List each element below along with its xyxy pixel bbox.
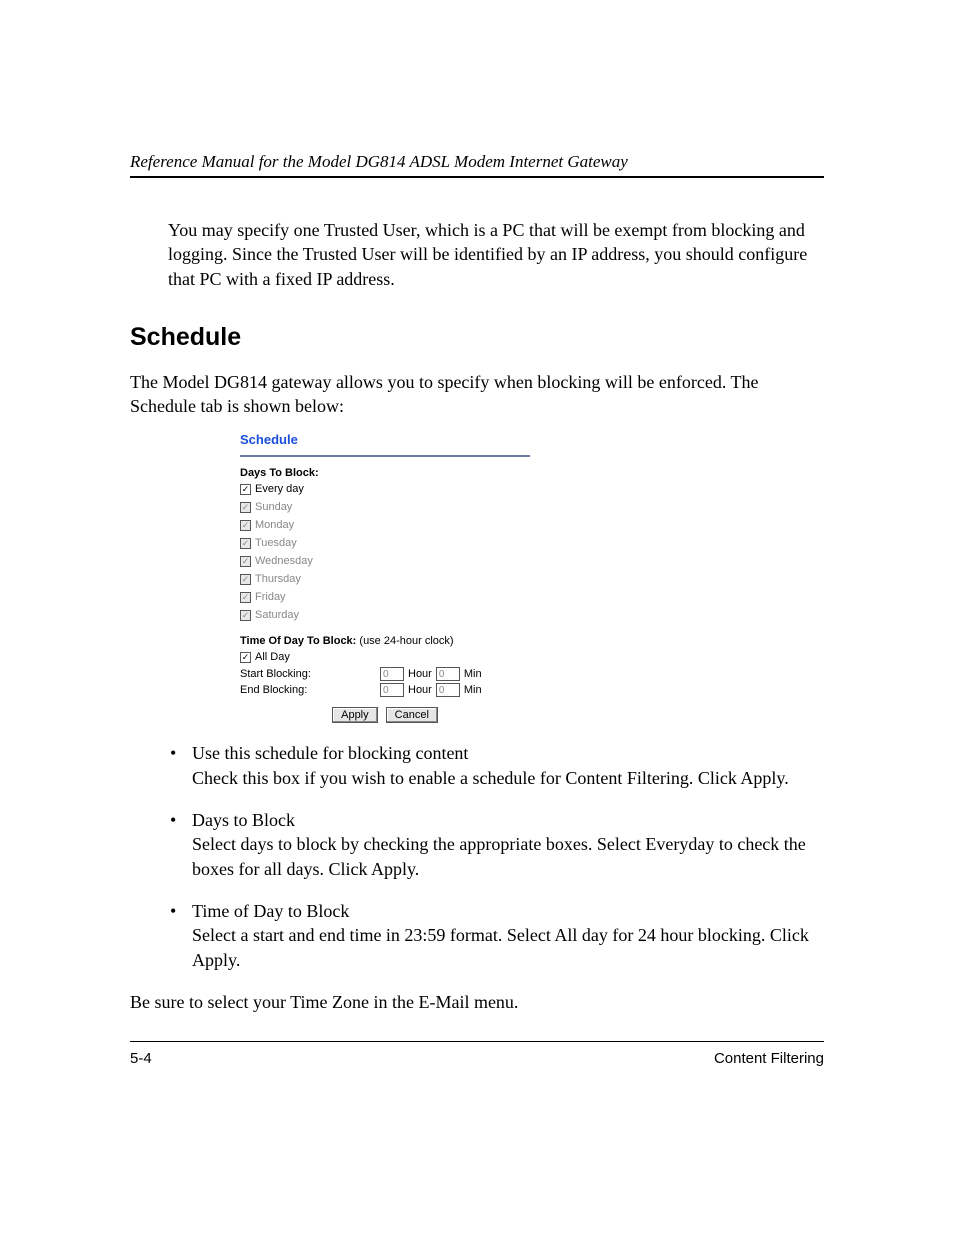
- end-blocking-label: End Blocking:: [240, 684, 376, 696]
- checkbox-saturday[interactable]: [240, 610, 251, 621]
- day-row-wednesday: Wednesday: [240, 553, 530, 569]
- min-label: Min: [464, 668, 482, 680]
- checkbox-label: Friday: [255, 589, 286, 605]
- day-row-everyday: Every day: [240, 481, 530, 497]
- bullet-body: Check this box if you wish to enable a s…: [192, 766, 824, 790]
- schedule-panel-title: Schedule: [240, 432, 530, 447]
- checkbox-tuesday[interactable]: [240, 538, 251, 549]
- running-head: Reference Manual for the Model DG814 ADS…: [130, 152, 824, 172]
- start-blocking-label: Start Blocking:: [240, 668, 376, 680]
- checkbox-label: Tuesday: [255, 535, 297, 551]
- bullet-body: Select a start and end time in 23:59 for…: [192, 923, 824, 972]
- schedule-panel-figure: Schedule Days To Block: Every day Sunday…: [240, 432, 824, 723]
- start-min-input[interactable]: 0: [436, 667, 460, 681]
- footer-rule: [130, 1041, 824, 1042]
- button-row: Apply Cancel: [240, 707, 530, 723]
- end-blocking-row: End Blocking: 0 Hour 0 Min: [240, 683, 530, 697]
- bullet-head: Time of Day to Block: [192, 899, 824, 923]
- min-label: Min: [464, 684, 482, 696]
- checkbox-thursday[interactable]: [240, 574, 251, 585]
- body: You may specify one Trusted User, which …: [130, 200, 824, 1024]
- header-rule: [130, 176, 824, 178]
- checkbox-label: All Day: [255, 649, 290, 665]
- checkbox-label: Every day: [255, 481, 304, 497]
- checkbox-sunday[interactable]: [240, 502, 251, 513]
- day-row-sunday: Sunday: [240, 499, 530, 515]
- page: Reference Manual for the Model DG814 ADS…: [0, 0, 954, 1235]
- start-blocking-row: Start Blocking: 0 Hour 0 Min: [240, 667, 530, 681]
- cancel-button[interactable]: Cancel: [386, 707, 438, 723]
- apply-button[interactable]: Apply: [332, 707, 378, 723]
- schedule-panel: Schedule Days To Block: Every day Sunday…: [240, 432, 530, 723]
- checkbox-monday[interactable]: [240, 520, 251, 531]
- end-min-input[interactable]: 0: [436, 683, 460, 697]
- time-of-day-label: Time Of Day To Block:: [240, 635, 356, 647]
- checkbox-label: Monday: [255, 517, 294, 533]
- day-row-friday: Friday: [240, 589, 530, 605]
- list-item: Time of Day to Block Select a start and …: [168, 899, 824, 972]
- footer-section: Content Filtering: [714, 1050, 824, 1067]
- start-hour-input[interactable]: 0: [380, 667, 404, 681]
- checkbox-label: Thursday: [255, 571, 301, 587]
- checkbox-everyday[interactable]: [240, 484, 251, 495]
- section-intro: The Model DG814 gateway allows you to sp…: [130, 370, 824, 419]
- checkbox-wednesday[interactable]: [240, 556, 251, 567]
- time-of-day-hint: (use 24-hour clock): [359, 635, 453, 647]
- time-of-day-heading: Time Of Day To Block: (use 24-hour clock…: [240, 635, 530, 647]
- all-day-row: All Day: [240, 649, 530, 665]
- day-row-thursday: Thursday: [240, 571, 530, 587]
- bullet-head: Days to Block: [192, 808, 824, 832]
- end-hour-input[interactable]: 0: [380, 683, 404, 697]
- bullet-body: Select days to block by checking the app…: [192, 832, 824, 881]
- closing-paragraph: Be sure to select your Time Zone in the …: [130, 990, 824, 1014]
- hour-label: Hour: [408, 684, 432, 696]
- bullet-head: Use this schedule for blocking content: [192, 741, 824, 765]
- page-number: 5-4: [130, 1050, 152, 1067]
- checkbox-label: Sunday: [255, 499, 292, 515]
- bullet-list: Use this schedule for blocking content C…: [168, 741, 824, 971]
- checkbox-label: Saturday: [255, 607, 299, 623]
- checkbox-all-day[interactable]: [240, 652, 251, 663]
- list-item: Use this schedule for blocking content C…: [168, 741, 824, 790]
- day-row-saturday: Saturday: [240, 607, 530, 623]
- day-row-tuesday: Tuesday: [240, 535, 530, 551]
- hour-label: Hour: [408, 668, 432, 680]
- days-to-block-label: Days To Block:: [240, 467, 319, 479]
- schedule-panel-divider: [240, 455, 530, 457]
- footer: 5-4 Content Filtering: [130, 1050, 824, 1067]
- section-heading-schedule: Schedule: [130, 323, 824, 352]
- checkbox-label: Wednesday: [255, 553, 313, 569]
- day-row-monday: Monday: [240, 517, 530, 533]
- checkbox-friday[interactable]: [240, 592, 251, 603]
- intro-paragraph: You may specify one Trusted User, which …: [168, 218, 824, 291]
- list-item: Days to Block Select days to block by ch…: [168, 808, 824, 881]
